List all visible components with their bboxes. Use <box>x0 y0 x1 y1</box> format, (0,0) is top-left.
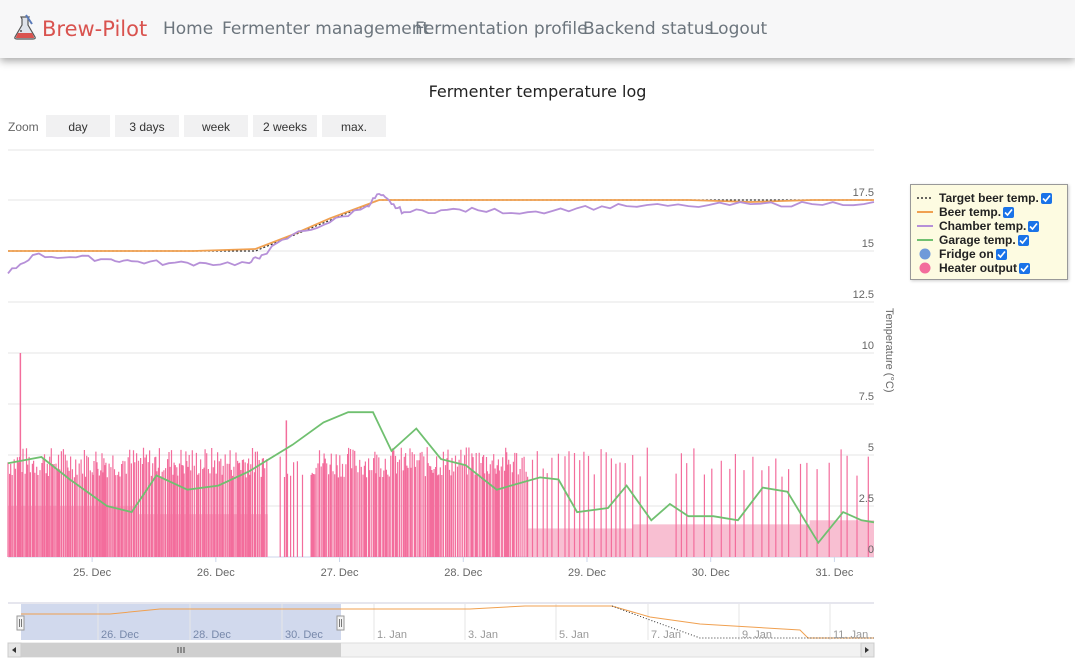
line-icon <box>917 220 933 232</box>
x-tick-label: 28. Dec <box>444 567 482 579</box>
legend-label: Heater output <box>939 261 1017 275</box>
circle-icon <box>917 248 933 260</box>
checkbox-checked-icon[interactable] <box>1028 220 1040 232</box>
temperature-plot[interactable]: 0 2.5 5 7.5 10 12.5 15 17.5 25. Dec 26. Dec 27. D… <box>0 0 1075 665</box>
y-tick-label: 17.5 <box>853 187 874 199</box>
legend-label: Target beer temp. <box>939 191 1039 205</box>
legend-item-chamber[interactable]: Chamber temp. <box>917 219 1040 233</box>
x-tick-label: 30. Dec <box>692 567 730 579</box>
checkbox-checked-icon[interactable] <box>1017 234 1029 246</box>
x-tick-label: 27. Dec <box>321 567 359 579</box>
nav-home[interactable]: Home <box>163 19 213 39</box>
series-beer-temp <box>8 199 874 252</box>
brand-name: Brew-Pilot <box>42 17 148 41</box>
y-axis-title: Temperature (°C) <box>883 308 895 392</box>
navigator-label: 26. Dec <box>101 629 139 641</box>
checkbox-checked-icon[interactable] <box>1040 192 1052 204</box>
brand[interactable]: Brew-Pilot <box>12 13 148 46</box>
legend-item-heater[interactable]: Heater output <box>917 261 1030 275</box>
line-icon <box>917 234 933 246</box>
legend-item-garage[interactable]: Garage temp. <box>917 233 1029 247</box>
navigator-label: 28. Dec <box>193 629 231 641</box>
series-target-beer-temp <box>8 199 874 252</box>
legend-item-fridge[interactable]: Fridge on <box>917 247 1007 261</box>
heater-area <box>809 520 874 557</box>
y-tick-label: 0 <box>868 544 874 556</box>
navigator-label: 30. Dec <box>285 629 323 641</box>
y-tick-label: 15 <box>862 238 874 250</box>
legend-item-beer[interactable]: Beer temp. <box>917 205 1015 219</box>
navbar: Brew-Pilot Home Fermenter management Fer… <box>0 0 1075 58</box>
navigator-label: 9. Jan <box>742 629 772 641</box>
nav-backend-status[interactable]: Backend status <box>583 19 713 39</box>
checkbox-checked-icon[interactable] <box>995 248 1007 260</box>
y-tick-label: 7.5 <box>859 391 874 403</box>
x-tick-label: 29. Dec <box>568 567 606 579</box>
navigator-label: 3. Jan <box>468 629 498 641</box>
dotted-line-icon <box>917 192 933 204</box>
x-tick-label: 31. Dec <box>815 567 853 579</box>
flask-icon <box>12 13 38 46</box>
checkbox-checked-icon[interactable] <box>1003 206 1015 218</box>
navigator-label: 11. Jan <box>833 629 868 641</box>
legend-label: Garage temp. <box>939 233 1016 247</box>
navigator-label: 1. Jan <box>377 629 407 641</box>
legend-item-target-beer[interactable]: Target beer temp. <box>917 191 1052 205</box>
checkbox-checked-icon[interactable] <box>1019 262 1030 274</box>
nav-fermentation-profile[interactable]: Fermentation profile <box>415 19 588 39</box>
y-tick-label: 12.5 <box>853 289 874 301</box>
nav-logout[interactable]: Logout <box>709 19 767 39</box>
line-icon <box>917 206 933 218</box>
navigator-label: 5. Jan <box>559 629 589 641</box>
legend-label: Fridge on <box>939 247 994 261</box>
navigator[interactable]: 26. Dec 28. Dec 30. Dec 1. Jan 3. Jan 5. Jan 7… <box>7 602 875 658</box>
y-tick-label: 2.5 <box>859 493 874 505</box>
y-tick-label: 5 <box>868 442 874 454</box>
navigator-label: 7. Jan <box>651 629 681 641</box>
y-tick-label: 10 <box>862 340 874 352</box>
navigator-handle-left[interactable] <box>16 615 25 631</box>
nav-fermenter-management[interactable]: Fermenter management <box>222 19 429 39</box>
circle-icon <box>917 262 933 274</box>
series-chamber-temp <box>7 192 875 274</box>
x-tick-label: 25. Dec <box>73 567 111 579</box>
navigator-handle-right[interactable] <box>336 615 345 631</box>
legend-label: Beer temp. <box>939 205 1002 219</box>
x-tick-label: 26. Dec <box>197 567 235 579</box>
chart-legend: Target beer temp. Beer temp. Chamber tem… <box>910 184 1068 280</box>
legend-label: Chamber temp. <box>939 219 1027 233</box>
